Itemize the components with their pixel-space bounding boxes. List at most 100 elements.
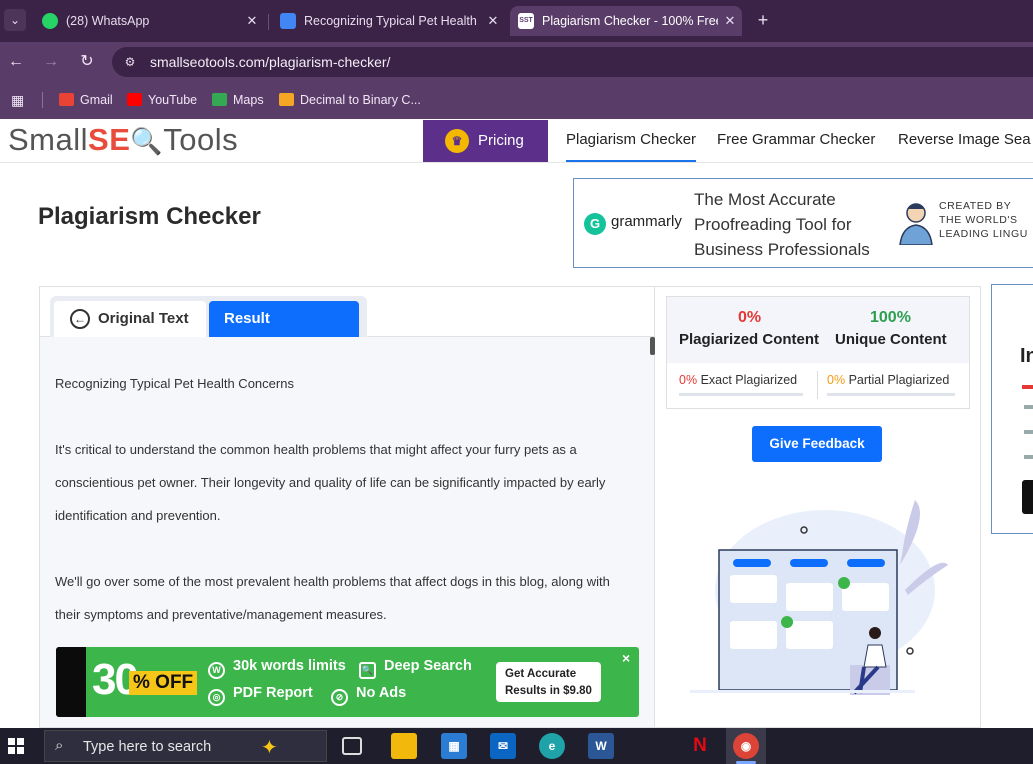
pricing-label: Pricing (478, 132, 524, 149)
nav-reverse-image[interactable]: Reverse Image Sea (898, 120, 1031, 162)
address-bar[interactable]: ⚙ smallseotools.com/plagiarism-checker/ (112, 47, 1033, 77)
editor-tab-bar: ← Original Text Result (40, 287, 654, 337)
get-accurate-results-button[interactable]: Get Accurate Results in $9.80 (496, 662, 601, 702)
tab-plagiarism-checker[interactable]: SST Plagiarism Checker - 100% Free ✕ (510, 6, 742, 36)
edge-icon[interactable]: e (539, 733, 565, 759)
partial-label: Partial Plagiarized (848, 373, 950, 387)
bookmark-gmail[interactable]: Gmail (59, 91, 113, 109)
site-info-icon[interactable]: ⚙ (122, 54, 138, 70)
results-summary (667, 297, 969, 363)
windows-start-icon[interactable] (8, 738, 24, 754)
side-ad-mark (1024, 405, 1033, 409)
sst-icon: SST (518, 13, 534, 29)
bookmarks-bar: ▦ Gmail YouTube Maps Decimal to Binary C… (0, 82, 1033, 119)
tab-google-doc[interactable]: Recognizing Typical Pet Health ✕ (272, 6, 505, 36)
site-logo[interactable]: SmallSE🔍Tools (8, 122, 238, 159)
netflix-icon[interactable]: N (687, 733, 713, 759)
chrome-icon[interactable]: ◉ (733, 733, 759, 759)
promo-banner[interactable]: 30 % OFF W 30k words limits 🔍 Deep Search … (56, 647, 639, 717)
no-ads-icon: ⊘ (331, 689, 348, 706)
task-view-icon[interactable] (342, 737, 362, 755)
close-tab-icon[interactable]: ✕ (722, 6, 738, 36)
tab-label: Original Text (98, 310, 189, 327)
tab-search-icon[interactable]: ⌄ (4, 9, 26, 31)
close-tab-icon[interactable]: ✕ (485, 6, 501, 36)
bookmark-label: Gmail (80, 93, 113, 107)
promo-dark-strip (56, 647, 86, 717)
forward-icon[interactable]: → (40, 51, 62, 73)
browser-toolbar: ← → ↻ ⚙ smallseotools.com/plagiarism-che… (0, 42, 1033, 82)
side-ad-button[interactable] (1022, 480, 1033, 514)
person-illustration-icon (899, 203, 933, 245)
new-tab-button[interactable]: + (752, 8, 774, 32)
exact-progress-bar (679, 393, 803, 396)
feature-label: No Ads (356, 685, 407, 701)
words-icon: W (208, 662, 225, 679)
feature-label: 30k words limits (233, 658, 346, 674)
store-icon[interactable]: ▦ (441, 733, 467, 759)
apps-grid-icon[interactable]: ▦ (11, 91, 24, 109)
report-icon: ◎ (208, 689, 225, 706)
search-icon: ⌕ (55, 737, 64, 754)
promo-off-label: % OFF (129, 671, 198, 695)
back-icon[interactable]: ← (5, 51, 27, 73)
pricing-button[interactable]: ♛ Pricing (423, 120, 548, 162)
tab-title: Plagiarism Checker - 100% Free (542, 14, 718, 28)
ad-brand: grammarly (611, 213, 682, 230)
grammarly-ad-banner[interactable]: G grammarly The Most Accurate Proofreadi… (573, 178, 1033, 268)
reload-icon[interactable]: ↻ (76, 51, 98, 73)
tab-whatsapp[interactable]: (28) WhatsApp ✕ (34, 6, 264, 36)
side-ad-mark (1024, 430, 1033, 434)
bookmark-label: YouTube (148, 93, 198, 107)
feature-words-limit: W 30k words limits (208, 658, 346, 679)
original-text-tab[interactable]: ← Original Text (54, 301, 206, 337)
deep-search-icon: 🔍 (359, 662, 376, 679)
gmail-icon (59, 93, 74, 106)
text-paragraph: Recognizing Typical Pet Health Concerns (55, 376, 294, 391)
tab-separator (268, 14, 269, 30)
bookmark-decimal-binary[interactable]: Decimal to Binary C... (279, 91, 421, 109)
plagiarism-results-card: 0% Plagiarized Content 100% Unique Conte… (666, 296, 970, 409)
google-docs-icon (280, 13, 296, 29)
side-ad-banner[interactable]: In (991, 284, 1033, 534)
windows-taskbar: ⌕ Type here to search ✦ ▦ ✉ e W N ◉ (0, 728, 1033, 764)
nav-plagiarism-checker[interactable]: Plagiarism Checker (566, 120, 697, 162)
ad-tagline: The Most Accurate Proofreading Tool for … (694, 190, 870, 259)
bookmark-maps[interactable]: Maps (212, 91, 264, 109)
partial-percent: 0% (827, 373, 846, 387)
close-tab-icon[interactable]: ✕ (244, 6, 260, 36)
r-icon (279, 93, 294, 106)
plagiarized-label: Plagiarized Content (679, 331, 820, 348)
partial-progress-bar (827, 393, 955, 396)
bookmark-label: Decimal to Binary C... (300, 93, 421, 107)
file-explorer-icon[interactable] (391, 733, 417, 759)
unique-percent: 100% (870, 309, 911, 326)
exact-plagiarized: 0% Exact Plagiarized (679, 373, 797, 387)
side-ad-text: In (1020, 345, 1033, 367)
checked-text-area[interactable]: Recognizing Typical Pet Health Concerns … (55, 367, 615, 664)
plagiarized-percent: 0% (738, 309, 762, 326)
give-feedback-button[interactable]: Give Feedback (752, 426, 882, 462)
taskbar-search-box[interactable]: ⌕ Type here to search ✦ (44, 730, 327, 762)
maps-icon (212, 93, 227, 106)
crown-icon: ♛ (445, 129, 469, 153)
result-tab[interactable]: Result (209, 301, 359, 337)
exact-percent: 0% (679, 373, 698, 387)
feature-label: Deep Search (384, 658, 472, 674)
sparkle-icon: ✦ (261, 737, 278, 759)
tab-title: (28) WhatsApp (66, 14, 150, 28)
logo-text: Tools (163, 122, 239, 157)
tab-title: Recognizing Typical Pet Health (304, 14, 477, 28)
magnifier-icon: 🔍 (130, 126, 164, 156)
site-header: SmallSE🔍Tools ♛ Pricing Plagiarism Check… (0, 120, 1033, 163)
page-title: Plagiarism Checker (38, 203, 261, 230)
close-promo-icon[interactable]: × (622, 650, 630, 666)
youtube-icon (127, 93, 142, 106)
url-text[interactable]: smallseotools.com/plagiarism-checker/ (150, 47, 390, 77)
grammarly-logo-icon: G (584, 213, 606, 235)
mail-icon[interactable]: ✉ (490, 733, 516, 759)
bookmark-youtube[interactable]: YouTube (127, 91, 197, 109)
search-placeholder: Type here to search (83, 739, 212, 755)
word-icon[interactable]: W (588, 733, 614, 759)
nav-grammar-checker[interactable]: Free Grammar Checker (717, 120, 875, 162)
